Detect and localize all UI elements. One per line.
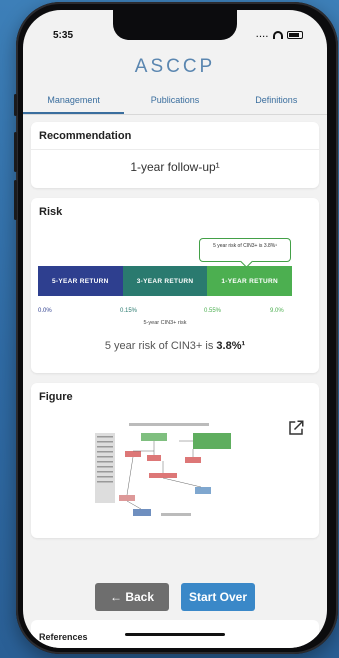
battery-icon: [287, 30, 303, 39]
wifi-icon: [273, 30, 283, 39]
tab-definitions[interactable]: Definitions: [226, 93, 327, 114]
risk-sentence-value: 3.8%¹: [216, 340, 246, 352]
axis-caption: 5-year CIN3+ risk: [143, 320, 187, 326]
status-time: 5:35: [53, 30, 74, 41]
recommendation-card: Recommendation 1-year follow-up¹: [31, 122, 319, 188]
back-button[interactable]: ← Back: [95, 583, 169, 611]
risk-sentence-prefix: 5 year risk of CIN3+ is: [104, 340, 217, 352]
app-logo: ASCCP: [134, 56, 216, 77]
volume-down-button: [14, 180, 17, 220]
tab-bar: Management Publications Definitions: [23, 93, 327, 115]
risk-sentence: 5 year risk of CIN3+ is 3.8%¹: [31, 340, 319, 352]
segment-1-year: 1-YEAR RETURN: [207, 266, 293, 296]
references-title: References: [39, 632, 88, 642]
risk-bar: 5-YEAR RETURN 3-YEAR RETURN 1-YEAR RETUR…: [38, 266, 293, 296]
home-indicator[interactable]: [125, 633, 225, 636]
segment-5-year: 5-YEAR RETURN: [38, 266, 123, 296]
flowchart-image: [95, 423, 231, 516]
risk-card: Risk 5 year risk of CIN3+ is 3.8%¹ 5-YEA…: [31, 198, 319, 373]
segment-3-year: 3-YEAR RETURN: [122, 266, 208, 296]
figure-card: Figure: [31, 383, 319, 538]
recommendation-value: 1-year follow-up¹: [130, 160, 220, 174]
tick-label: 0.15%: [120, 308, 138, 314]
tick-label: 0.0%: [38, 308, 52, 314]
management-flowchart-figure[interactable]: [89, 421, 239, 527]
app-screen: 5:35 .... ASCCP Management Publications …: [23, 10, 327, 648]
tab-publications[interactable]: Publications: [124, 93, 225, 114]
divider: [31, 149, 319, 150]
nav-buttons: ← Back Start Over: [23, 583, 327, 611]
tick-label: 0.55%: [204, 308, 222, 314]
external-link-icon[interactable]: [287, 419, 305, 437]
recommendation-title: Recommendation: [39, 130, 132, 142]
notch: [113, 10, 237, 40]
risk-callout: 5 year risk of CIN3+ is 3.8%¹: [199, 238, 291, 262]
risk-title: Risk: [39, 206, 63, 218]
tab-management[interactable]: Management: [23, 93, 125, 114]
signal-icon: ....: [256, 30, 269, 39]
mute-switch: [14, 94, 17, 116]
start-over-button[interactable]: Start Over: [181, 583, 255, 611]
figure-title: Figure: [39, 391, 73, 403]
volume-up-button: [14, 132, 17, 172]
main-content: Recommendation 1-year follow-up¹ Risk 5 …: [31, 122, 319, 548]
system-icons: ....: [256, 30, 303, 39]
tick-label: 9.0%: [270, 308, 284, 314]
